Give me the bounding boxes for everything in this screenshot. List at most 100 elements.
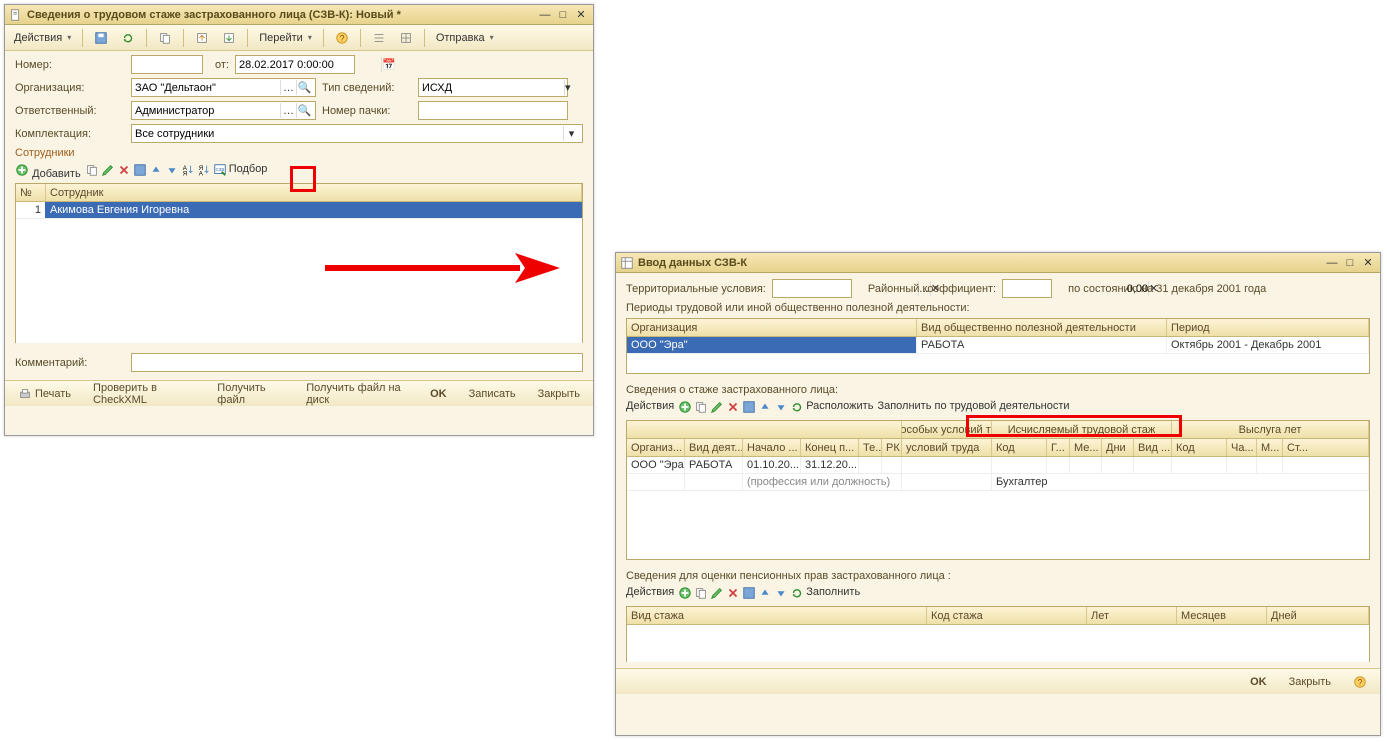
write-button[interactable]: Записать bbox=[462, 384, 523, 404]
refresh-icon[interactable] bbox=[790, 586, 804, 604]
edit-icon[interactable] bbox=[710, 400, 724, 418]
col-type[interactable]: Вид стажа bbox=[627, 607, 927, 624]
close-button[interactable]: ✕ bbox=[1360, 256, 1376, 270]
col-m2[interactable]: М... bbox=[1257, 439, 1283, 456]
add-button[interactable]: Добавить bbox=[15, 163, 81, 181]
copy-icon[interactable] bbox=[694, 586, 708, 604]
terr-field[interactable]: … ✕ bbox=[772, 279, 852, 298]
move-up-icon[interactable] bbox=[149, 163, 163, 181]
pack-field[interactable] bbox=[418, 101, 568, 120]
maximize-button[interactable]: □ bbox=[1342, 256, 1358, 270]
col-years[interactable]: Лет bbox=[1087, 607, 1177, 624]
fill-by-activity-button[interactable]: Заполнить по трудовой деятельности bbox=[877, 400, 1069, 418]
delete-icon[interactable] bbox=[726, 586, 740, 604]
copy-row-icon[interactable] bbox=[85, 163, 99, 181]
ok-button[interactable]: OK bbox=[1243, 672, 1274, 692]
up-icon[interactable] bbox=[758, 586, 772, 604]
number-field[interactable] bbox=[131, 55, 203, 74]
col-months[interactable]: Месяцев bbox=[1177, 607, 1267, 624]
help-icon[interactable]: ? bbox=[330, 28, 354, 48]
add-icon[interactable] bbox=[678, 586, 692, 604]
col-d[interactable]: Дни bbox=[1102, 439, 1134, 456]
refresh-icon[interactable] bbox=[790, 400, 804, 418]
dropdown-icon[interactable]: ▾ bbox=[563, 126, 579, 141]
search-icon[interactable]: 🔍 bbox=[296, 103, 312, 118]
dropdown-icon[interactable]: ▾ bbox=[564, 80, 571, 95]
refresh-icon[interactable] bbox=[116, 28, 140, 48]
getfiledisk-button[interactable]: Получить файл на диск bbox=[299, 384, 415, 404]
ok-button[interactable]: OK bbox=[423, 384, 454, 404]
copy-icon[interactable] bbox=[694, 400, 708, 418]
help-icon[interactable]: ? bbox=[1346, 672, 1374, 692]
col-type[interactable]: Вид деят... bbox=[685, 439, 743, 456]
up-icon[interactable] bbox=[758, 400, 772, 418]
grid-icon[interactable] bbox=[394, 28, 418, 48]
type-field[interactable]: ▾ bbox=[418, 78, 568, 97]
col-cha[interactable]: Ча... bbox=[1227, 439, 1257, 456]
col-employee[interactable]: Сотрудник bbox=[46, 184, 582, 201]
close-button[interactable]: ✕ bbox=[573, 8, 589, 22]
checkxml-button[interactable]: Проверить в CheckXML bbox=[86, 384, 202, 404]
col-m[interactable]: Ме... bbox=[1070, 439, 1102, 456]
col-org[interactable]: Организ... bbox=[627, 439, 685, 456]
print-button[interactable]: Печать bbox=[11, 384, 78, 404]
table-row-sub[interactable]: (профессия или должность) Бухгалтер bbox=[627, 474, 1369, 491]
col-rk[interactable]: РК bbox=[882, 439, 902, 456]
close-button[interactable]: Закрыть bbox=[1282, 672, 1338, 692]
col-period[interactable]: Период bbox=[1167, 319, 1369, 336]
table-row[interactable]: ООО "Эра" РАБОТА Октябрь 2001 - Декабрь … bbox=[627, 337, 1369, 354]
add-icon[interactable] bbox=[678, 400, 692, 418]
delete-row-icon[interactable] bbox=[117, 163, 131, 181]
arrange-button[interactable]: Расположить bbox=[806, 400, 873, 418]
delete-icon[interactable] bbox=[726, 400, 740, 418]
col-type[interactable]: Вид общественно полезной деятельности bbox=[917, 319, 1167, 336]
col-te[interactable]: Те... bbox=[859, 439, 882, 456]
edit-row-icon[interactable] bbox=[101, 163, 115, 181]
select-icon[interactable]: … bbox=[280, 103, 296, 118]
comment-field[interactable] bbox=[131, 353, 583, 372]
pick-button[interactable]: Подбор bbox=[229, 163, 268, 181]
list-icon[interactable] bbox=[367, 28, 391, 48]
col-st[interactable]: Ст... bbox=[1283, 439, 1369, 456]
col-vid[interactable]: Вид ... bbox=[1134, 439, 1172, 456]
save-icon[interactable] bbox=[89, 28, 113, 48]
table-row[interactable]: ООО "Эра" РАБОТА 01.10.20... 31.12.20... bbox=[627, 457, 1369, 474]
szv-fill-icon[interactable]: СЗВ bbox=[213, 163, 227, 181]
date-field[interactable]: 📅 bbox=[235, 55, 355, 74]
col-start[interactable]: Начало ... bbox=[743, 439, 801, 456]
col-code[interactable]: Код стажа bbox=[927, 607, 1087, 624]
minimize-button[interactable]: — bbox=[1324, 256, 1340, 270]
import-icon[interactable] bbox=[217, 28, 241, 48]
sort-desc-icon[interactable]: ЯА bbox=[197, 163, 211, 181]
table-row[interactable]: 1 Акимова Евгения Игоревна bbox=[16, 202, 582, 219]
down-icon[interactable] bbox=[774, 400, 788, 418]
fill-button[interactable]: Заполнить bbox=[806, 586, 860, 604]
export-icon[interactable] bbox=[190, 28, 214, 48]
col-g[interactable]: Г... bbox=[1047, 439, 1070, 456]
goto-menu[interactable]: Перейти bbox=[254, 28, 317, 48]
col-end[interactable]: Конец п... bbox=[801, 439, 859, 456]
save-icon[interactable] bbox=[742, 400, 756, 418]
calendar-icon[interactable]: 📅 bbox=[381, 57, 396, 72]
actions-menu[interactable]: Действия bbox=[9, 28, 76, 48]
copy-icon[interactable] bbox=[153, 28, 177, 48]
org-field[interactable]: … 🔍 bbox=[131, 78, 316, 97]
down-icon[interactable] bbox=[774, 586, 788, 604]
col-org[interactable]: Организация bbox=[627, 319, 917, 336]
coef-field[interactable]: ✕ bbox=[1002, 279, 1052, 298]
sort-asc-icon[interactable]: АЯ bbox=[181, 163, 195, 181]
comp-field[interactable]: ▾ bbox=[131, 124, 583, 143]
resp-field[interactable]: … 🔍 bbox=[131, 101, 316, 120]
send-menu[interactable]: Отправка bbox=[431, 28, 499, 48]
actions-menu[interactable]: Действия bbox=[626, 586, 674, 604]
select-icon[interactable]: … bbox=[280, 80, 296, 95]
minimize-button[interactable]: — bbox=[537, 8, 553, 22]
save-row-icon[interactable] bbox=[133, 163, 147, 181]
col-n[interactable]: № bbox=[16, 184, 46, 201]
search-icon[interactable]: 🔍 bbox=[296, 80, 312, 95]
col-cond[interactable]: условий труда bbox=[902, 439, 992, 456]
col-code[interactable]: Код bbox=[992, 439, 1047, 456]
getfile-button[interactable]: Получить файл bbox=[210, 384, 291, 404]
col-code2[interactable]: Код bbox=[1172, 439, 1227, 456]
col-days[interactable]: Дней bbox=[1267, 607, 1369, 624]
